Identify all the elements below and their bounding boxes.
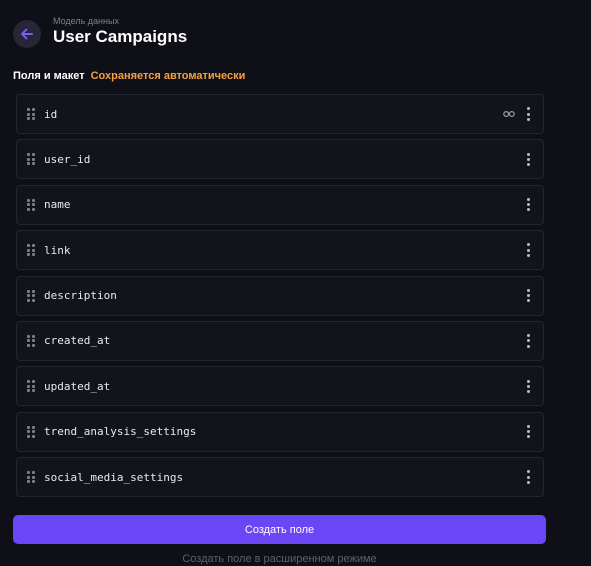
more-options-icon[interactable] (521, 286, 535, 306)
more-options-icon[interactable] (521, 104, 535, 124)
section-label: Поля и макет (13, 70, 85, 82)
page-title: User Campaigns (53, 26, 188, 46)
drag-handle-icon[interactable] (27, 244, 35, 257)
section-header: Поля и макет Сохраняется автоматически (13, 69, 245, 83)
create-field-button[interactable]: Создать поле (13, 515, 546, 544)
field-name: updated_at (44, 379, 111, 393)
more-options-icon[interactable] (521, 149, 535, 169)
drag-handle-icon[interactable] (27, 289, 35, 302)
field-name: trend_analysis_settings (44, 425, 197, 439)
field-row[interactable]: link (16, 230, 544, 271)
field-row[interactable]: description (16, 275, 544, 316)
field-name: link (44, 243, 71, 257)
field-row[interactable]: created_at (16, 320, 544, 361)
page-header: Модель данных User Campaigns (13, 12, 187, 56)
drag-handle-icon[interactable] (27, 334, 35, 347)
field-row[interactable]: user_id (16, 139, 544, 180)
drag-handle-icon[interactable] (27, 108, 35, 120)
more-options-icon[interactable] (521, 422, 535, 442)
field-name: social_media_settings (44, 470, 184, 484)
field-list: id user_idname link description created_atup… (16, 94, 544, 503)
more-options-icon[interactable] (521, 376, 535, 396)
field-name: user_id (44, 152, 91, 166)
more-options-icon[interactable] (521, 331, 535, 351)
drag-handle-icon[interactable] (27, 153, 35, 166)
back-button[interactable] (13, 20, 41, 48)
drag-handle-icon[interactable] (27, 471, 35, 484)
autosave-status: Сохраняется автоматически (90, 70, 246, 82)
field-name: description (44, 289, 117, 303)
field-row[interactable]: id (16, 94, 544, 134)
field-row[interactable]: name (16, 184, 544, 225)
field-name: name (44, 198, 71, 212)
field-row[interactable]: trend_analysis_settings (16, 411, 544, 452)
drag-handle-icon[interactable] (27, 425, 35, 438)
more-options-icon[interactable] (521, 240, 535, 260)
title-block: Модель данных User Campaigns (53, 16, 187, 47)
arrow-left-icon (21, 28, 33, 40)
field-name: id (44, 107, 58, 121)
field-row[interactable]: social_media_settings (16, 457, 544, 498)
primary-key-icon (503, 110, 515, 118)
more-options-icon[interactable] (521, 467, 535, 487)
more-options-icon[interactable] (521, 195, 535, 215)
page-kicker: Модель данных (53, 15, 119, 26)
advanced-mode-link[interactable]: Создать поле в расширенном режиме (13, 552, 546, 566)
drag-handle-icon[interactable] (27, 198, 35, 211)
field-name: created_at (44, 334, 111, 348)
field-row[interactable]: updated_at (16, 366, 544, 407)
drag-handle-icon[interactable] (27, 380, 35, 393)
